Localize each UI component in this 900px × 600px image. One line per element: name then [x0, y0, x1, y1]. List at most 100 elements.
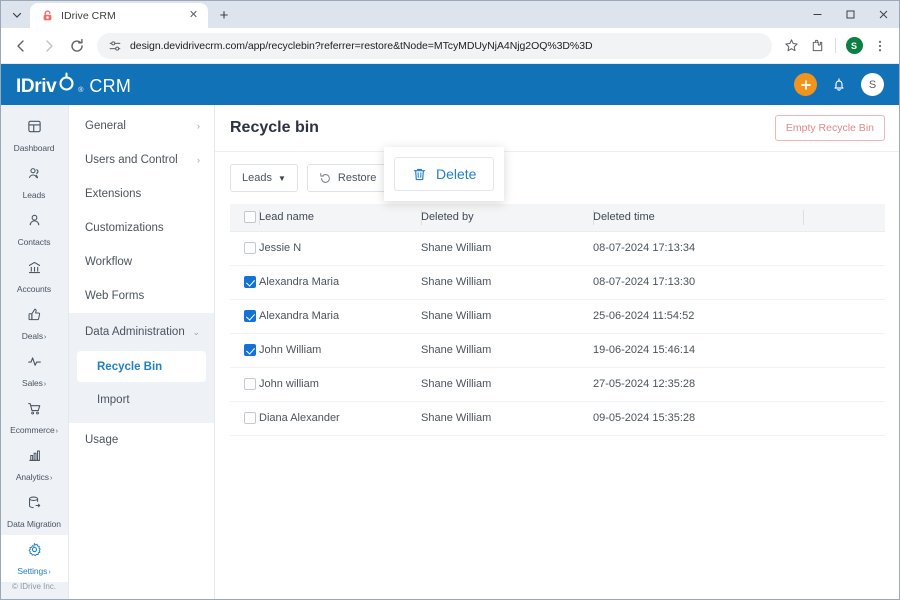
table-row[interactable]: Diana Alexander Shane William 09-05-2024… — [230, 401, 885, 436]
toolbar-divider — [835, 38, 836, 53]
subnav-item-customizations[interactable]: Customizations — [69, 211, 214, 245]
sidebar-item-ecommerce[interactable]: Ecommerce› — [0, 394, 68, 441]
subnav-item-extensions[interactable]: Extensions — [69, 177, 214, 211]
cell-deleted-by: Shane William — [421, 333, 593, 368]
row-checkbox[interactable] — [244, 242, 256, 255]
module-filter-dropdown[interactable]: Leads ▼ — [230, 164, 298, 192]
select-all-header — [230, 204, 259, 232]
window-controls — [801, 0, 900, 28]
cell-deleted-by: Shane William — [421, 401, 593, 436]
subnav-item-users-and-control[interactable]: Users and Control › — [69, 143, 214, 177]
recycle-bin-table: Lead name Deleted by Deleted time Jessie… — [230, 204, 885, 436]
reload-icon[interactable] — [64, 33, 90, 59]
new-tab-plus-icon[interactable]: + — [211, 3, 237, 27]
page-title: Recycle bin — [230, 119, 319, 136]
subnav-label: Import — [97, 393, 130, 406]
sidebar-label: Deals› — [21, 331, 47, 342]
tune-icon[interactable] — [108, 39, 122, 53]
sidebar-label: Dashboard — [13, 143, 55, 154]
cell-actions — [803, 299, 885, 334]
restore-icon — [319, 172, 332, 185]
sidebar-item-data-migration[interactable]: Data Migration — [0, 488, 68, 535]
app-header: IDriv e ® CRM S — [0, 64, 900, 105]
back-arrow-icon[interactable] — [8, 33, 34, 59]
idrive-lock-icon — [41, 9, 54, 22]
delete-label: Delete — [436, 166, 477, 182]
browser-tab[interactable]: IDrive CRM ✕ — [30, 3, 208, 28]
bell-icon[interactable] — [831, 77, 847, 93]
chevron-right-icon: › — [48, 568, 51, 576]
sales-icon — [27, 354, 42, 374]
sidebar-item-settings[interactable]: Settings› — [0, 535, 68, 583]
column-header-deleted-time[interactable]: Deleted time — [593, 204, 803, 232]
sidebar-item-deals[interactable]: Deals› — [0, 301, 68, 348]
row-select-cell — [230, 299, 259, 334]
cell-lead-name: John william — [259, 367, 421, 402]
row-checkbox[interactable] — [244, 412, 256, 425]
sidebar-item-dashboard[interactable]: Dashboard — [0, 113, 68, 160]
module-filter-value: Leads — [242, 172, 272, 184]
browser-titlebar: IDrive CRM ✕ + — [0, 0, 900, 28]
kebab-menu-icon[interactable] — [868, 34, 892, 58]
row-checkbox[interactable] — [244, 378, 256, 391]
table-row[interactable]: Alexandra Maria Shane William 25-06-2024… — [230, 299, 885, 334]
dashboard-icon — [27, 119, 42, 139]
analytics-icon — [27, 448, 42, 468]
sidebar-item-contacts[interactable]: Contacts — [0, 207, 68, 254]
sidebar-item-leads[interactable]: Leads — [0, 160, 68, 207]
chevron-right-icon: › — [197, 121, 200, 131]
star-icon[interactable] — [779, 34, 803, 58]
subnav-item-data-administration[interactable]: Data Administration ⌄ — [69, 315, 214, 349]
table-row[interactable]: John william Shane William 27-05-2024 12… — [230, 367, 885, 402]
avatar[interactable]: S — [842, 34, 866, 58]
subnav-item-recycle-bin[interactable]: Recycle Bin — [77, 351, 206, 382]
subnav-item-general[interactable]: General › — [69, 109, 214, 143]
subnav-group-data-administration: Data Administration ⌄ Recycle Bin Import — [69, 313, 214, 423]
row-select-cell — [230, 231, 259, 266]
sidebar-item-sales[interactable]: Sales› — [0, 348, 68, 395]
column-header-deleted-by[interactable]: Deleted by — [421, 204, 593, 232]
cell-deleted-by: Shane William — [421, 265, 593, 300]
add-record-button[interactable] — [794, 73, 817, 96]
cell-deleted-time: 08-07-2024 17:13:30 — [593, 265, 803, 300]
action-toolbar: Leads ▼ Restore — [215, 152, 900, 204]
brand-logo[interactable]: IDriv e ® CRM — [16, 71, 132, 98]
user-avatar[interactable]: S — [861, 73, 884, 96]
subnav-item-workflow[interactable]: Workflow — [69, 245, 214, 279]
empty-recycle-bin-button[interactable]: Empty Recycle Bin — [774, 115, 885, 141]
cell-deleted-time: 08-07-2024 17:13:34 — [593, 231, 803, 266]
puzzle-icon[interactable] — [805, 34, 829, 58]
subnav-item-web-forms[interactable]: Web Forms — [69, 279, 214, 313]
brand-suffix: CRM — [89, 75, 132, 96]
header-actions: S — [794, 73, 884, 96]
sidebar-label: Data Migration — [7, 518, 61, 529]
window-close-icon[interactable] — [867, 0, 900, 28]
tab-search-chevron-down-icon[interactable] — [4, 4, 30, 26]
restore-button[interactable]: Restore — [306, 164, 389, 192]
deals-icon — [27, 307, 42, 327]
table-row[interactable]: John William Shane William 19-06-2024 15… — [230, 333, 885, 368]
row-checkbox[interactable] — [244, 310, 256, 323]
sidebar-item-analytics[interactable]: Analytics› — [0, 441, 68, 488]
column-header-lead-name[interactable]: Lead name — [259, 204, 421, 232]
row-select-cell — [230, 367, 259, 402]
select-all-checkbox[interactable] — [244, 211, 256, 224]
subnav-label: Usage — [85, 434, 119, 446]
address-bar[interactable]: design.devidrivecrm.com/app/recyclebin?r… — [97, 32, 772, 59]
minimize-icon[interactable] — [801, 0, 834, 28]
cell-actions — [803, 401, 885, 436]
delete-button[interactable]: Delete — [394, 157, 495, 191]
close-icon[interactable]: ✕ — [186, 8, 201, 23]
table-row[interactable]: Alexandra Maria Shane William 08-07-2024… — [230, 265, 885, 300]
row-checkbox[interactable] — [244, 276, 256, 289]
maximize-icon[interactable] — [834, 0, 867, 28]
subnav-label: Customizations — [85, 222, 164, 234]
cell-actions — [803, 333, 885, 368]
sidebar-item-accounts[interactable]: Accounts — [0, 254, 68, 301]
table-row[interactable]: Jessie N Shane William 08-07-2024 17:13:… — [230, 231, 885, 266]
row-checkbox[interactable] — [244, 344, 256, 357]
brand-e-mark: e — [58, 71, 75, 92]
subnav-item-usage[interactable]: Usage — [69, 423, 214, 457]
chevron-right-icon: › — [55, 427, 58, 435]
subnav-item-import[interactable]: Import — [77, 384, 206, 415]
